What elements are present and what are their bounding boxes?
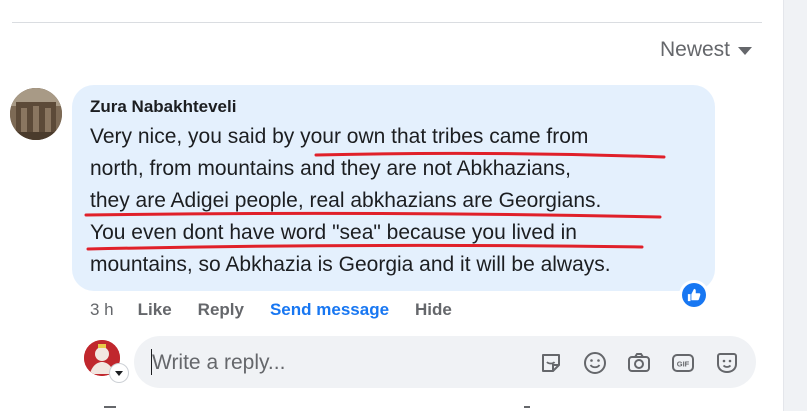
comment-text-line: north, from mountains and they are not A…	[90, 157, 571, 180]
hide-button[interactable]: Hide	[415, 300, 452, 320]
sort-label: Newest	[659, 38, 730, 61]
comment-text-line: You even dont have word "sea" because yo…	[90, 221, 577, 244]
thumbs-up-icon	[687, 288, 701, 302]
comment-text-line: mountains, so Abkhazia is Georgia and it…	[90, 253, 611, 276]
comment-timestamp[interactable]: 3 h	[90, 300, 114, 320]
like-reaction-badge[interactable]	[679, 280, 709, 310]
svg-text:GIF: GIF	[677, 360, 690, 369]
profile-switch-chevron[interactable]	[109, 363, 129, 383]
scroll-area[interactable]	[784, 0, 807, 411]
clipped-text-fragment	[104, 406, 116, 408]
camera-icon[interactable]	[624, 348, 654, 378]
reply-button[interactable]: Reply	[198, 300, 244, 320]
sort-dropdown[interactable]: Newest	[660, 38, 752, 62]
like-button[interactable]: Like	[138, 300, 172, 320]
top-divider	[12, 22, 762, 23]
gif-icon[interactable]: GIF	[668, 348, 698, 378]
caret-down-icon	[738, 47, 752, 55]
comment-text-line: Very nice, you said by your own that tri…	[90, 125, 589, 148]
avatar-sticker-icon[interactable]	[712, 348, 742, 378]
chevron-down-icon	[115, 370, 123, 376]
sticker-icon[interactable]	[536, 348, 566, 378]
send-message-button[interactable]: Send message	[270, 300, 389, 320]
commenter-avatar[interactable]	[10, 88, 62, 140]
reply-input[interactable]	[150, 348, 534, 378]
emoji-icon[interactable]	[580, 348, 610, 378]
comment-author[interactable]: Zura Nabakhteveli	[90, 97, 236, 117]
comment-bubble: Zura Nabakhteveli Very nice, you said by…	[72, 85, 715, 291]
reply-composer: GIF	[134, 336, 756, 388]
comment-text-line: they are Adigei people, real abkhazians …	[90, 189, 602, 212]
clipped-text-fragment	[524, 406, 530, 408]
comment-actions: 3 h Like Reply Send message Hide	[90, 300, 478, 320]
text-cursor	[151, 349, 152, 375]
composer-icons: GIF	[536, 348, 742, 378]
